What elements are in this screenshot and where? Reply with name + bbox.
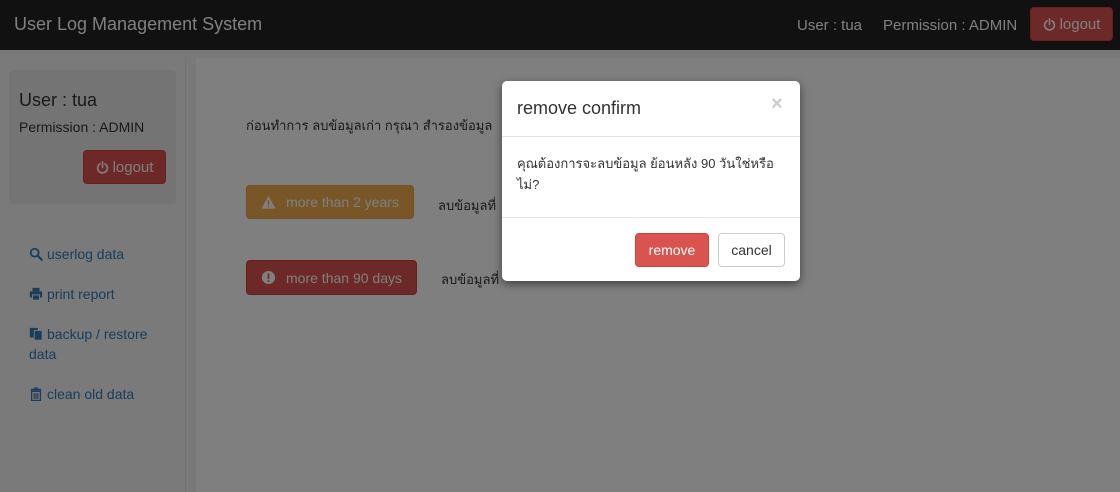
remove-button[interactable]: remove	[635, 233, 709, 267]
modal-footer-divider	[502, 217, 800, 218]
modal-body-text: คุณต้องการจะลบข้อมูล ย้อนหลัง 90 วันใช่ห…	[517, 156, 774, 192]
remove-confirm-modal: remove confirm × คุณต้องการจะลบข้อมูล ย้…	[502, 81, 800, 281]
modal-header-divider	[502, 136, 800, 137]
close-icon[interactable]: ×	[771, 93, 783, 116]
cancel-button[interactable]: cancel	[718, 233, 785, 267]
modal-title: remove confirm	[517, 98, 642, 118]
